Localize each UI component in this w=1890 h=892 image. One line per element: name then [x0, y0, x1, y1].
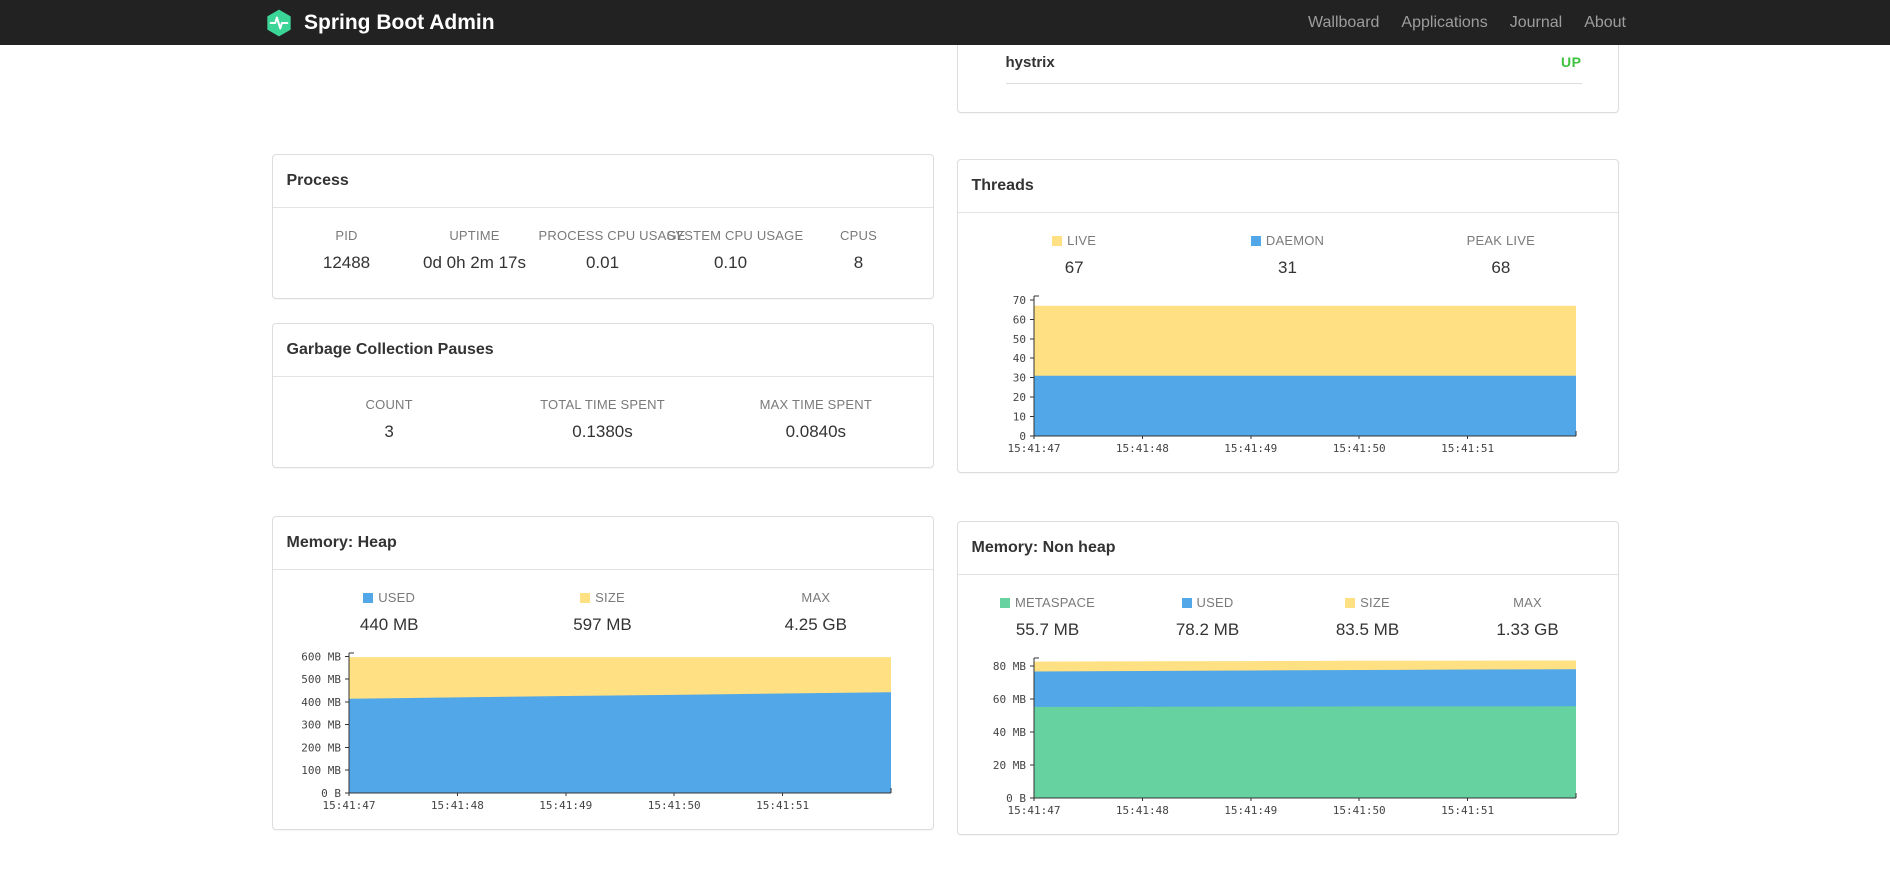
svg-text:15:41:48: 15:41:48	[1115, 804, 1168, 817]
memory-nonheap-chart: 0 B 20 MB 40 MB 60 MB 80 MB 15:41:47 15:41:48 1…	[972, 650, 1604, 822]
heap-size-legend-swatch	[580, 593, 591, 603]
threads-live-legend-swatch	[1052, 236, 1063, 246]
spring-boot-admin-logo-icon	[264, 8, 294, 38]
nonheap-used-legend-swatch	[1181, 598, 1192, 608]
svg-text:40: 40	[1012, 352, 1025, 365]
nav-item-journal[interactable]: Journal	[1499, 14, 1573, 32]
stat-nonheap-size: SIZE 83.5 MB	[1335, 595, 1400, 639]
threads-panel-title: Threads	[957, 160, 1618, 213]
svg-text:500 MB: 500 MB	[301, 673, 341, 686]
nav-item-about[interactable]: About	[1573, 14, 1626, 32]
svg-text:60: 60	[1012, 313, 1025, 326]
heap-used-legend-swatch	[363, 593, 374, 603]
svg-text:80 MB: 80 MB	[992, 660, 1025, 673]
svg-text:20: 20	[1012, 391, 1025, 404]
left-column: Process PID 12488 UPTIME 0d 0h 2m 17s PR…	[271, 45, 934, 854]
process-panel: Process PID 12488 UPTIME 0d 0h 2m 17s PR…	[271, 154, 934, 299]
application-status-panel: hystrix UP	[956, 45, 1619, 113]
right-column: hystrix UP Threads LIVE 67 DAEMON 31 PEA…	[956, 45, 1619, 859]
brand-title: Spring Boot Admin	[304, 10, 495, 34]
svg-text:200 MB: 200 MB	[301, 741, 341, 754]
stat-system-cpu-usage: SYSTEM CPU USAGE 0.10	[666, 228, 804, 272]
navbar-inner: Spring Boot Admin Wallboard Applications…	[264, 0, 1626, 45]
svg-text:20 MB: 20 MB	[992, 759, 1025, 772]
memory-nonheap-legend: METASPACE 55.7 MB USED 78.2 MB SIZE 83.5…	[958, 575, 1618, 640]
svg-text:15:41:50: 15:41:50	[1332, 442, 1385, 455]
threads-legend: LIVE 67 DAEMON 31 PEAK LIVE 68	[958, 213, 1618, 278]
svg-text:60 MB: 60 MB	[992, 693, 1025, 706]
stat-nonheap-max: MAX 1.33 GB	[1496, 595, 1559, 639]
gc-panel: Garbage Collection Pauses COUNT 3 TOTAL …	[271, 323, 934, 468]
svg-text:15:41:47: 15:41:47	[1007, 442, 1060, 455]
stat-heap-used: USED 440 MB	[359, 590, 419, 634]
gc-panel-title: Garbage Collection Pauses	[272, 324, 933, 377]
nav-links: Wallboard Applications Journal About	[1297, 14, 1626, 32]
nav-item-applications[interactable]: Applications	[1390, 14, 1498, 32]
memory-nonheap-panel-title: Memory: Non heap	[957, 522, 1618, 575]
stat-threads-live: LIVE 67	[968, 233, 1181, 278]
svg-text:400 MB: 400 MB	[301, 696, 341, 709]
brand[interactable]: Spring Boot Admin	[264, 8, 495, 38]
memory-heap-panel-title: Memory: Heap	[272, 517, 933, 570]
svg-text:50: 50	[1012, 333, 1025, 346]
memory-heap-chart: 0 B 100 MB 200 MB 300 MB 400 MB 500 MB 600 MB 1…	[287, 645, 919, 817]
memory-nonheap-panel: Memory: Non heap METASPACE 55.7 MB USED …	[956, 521, 1619, 835]
svg-text:300 MB: 300 MB	[301, 719, 341, 732]
application-row[interactable]: hystrix UP	[1006, 45, 1582, 83]
svg-text:15:41:49: 15:41:49	[1224, 804, 1277, 817]
svg-text:15:41:50: 15:41:50	[647, 799, 700, 812]
svg-text:30: 30	[1012, 372, 1025, 385]
svg-text:15:41:51: 15:41:51	[756, 799, 809, 812]
stat-gc-count: COUNT 3	[365, 397, 413, 441]
svg-text:40 MB: 40 MB	[992, 726, 1025, 739]
stat-pid: PID 12488	[322, 228, 371, 272]
svg-text:15:41:47: 15:41:47	[1007, 804, 1060, 817]
application-row-wrap: hystrix UP	[1005, 45, 1582, 84]
navbar: Spring Boot Admin Wallboard Applications…	[0, 0, 1890, 45]
threads-daemon-legend-swatch	[1250, 236, 1261, 246]
process-stats: PID 12488 UPTIME 0d 0h 2m 17s PROCESS CP…	[273, 208, 933, 298]
nonheap-metaspace-legend-swatch	[999, 598, 1010, 608]
gc-stats: COUNT 3 TOTAL TIME SPENT 0.1380s MAX TIM…	[273, 377, 933, 467]
svg-text:15:41:50: 15:41:50	[1332, 804, 1385, 817]
stat-gc-total-time: TOTAL TIME SPENT 0.1380s	[540, 397, 665, 441]
svg-text:100 MB: 100 MB	[301, 764, 341, 777]
svg-text:70: 70	[1012, 294, 1025, 307]
nav-item-wallboard[interactable]: Wallboard	[1297, 14, 1390, 32]
threads-chart: 0 10 20 30 40 50 60 70 15:41:47 15:41:48 15:41:49 1…	[972, 288, 1604, 460]
svg-text:15:41:51: 15:41:51	[1441, 442, 1494, 455]
stat-uptime: UPTIME 0d 0h 2m 17s	[422, 228, 526, 272]
stat-nonheap-metaspace: METASPACE 55.7 MB	[968, 595, 1128, 640]
svg-text:15:41:48: 15:41:48	[430, 799, 483, 812]
svg-text:15:41:49: 15:41:49	[539, 799, 592, 812]
stat-process-cpu-usage: PROCESS CPU USAGE 0.01	[538, 228, 686, 272]
stat-gc-max-time: MAX TIME SPENT 0.0840s	[759, 397, 872, 441]
nonheap-size-legend-swatch	[1345, 598, 1356, 608]
memory-heap-legend: USED 440 MB SIZE 597 MB MAX 4.25 GB	[273, 570, 933, 635]
svg-text:10: 10	[1012, 411, 1025, 424]
stat-threads-daemon: DAEMON 31	[1181, 233, 1394, 278]
stat-heap-max: MAX 4.25 GB	[784, 590, 847, 634]
memory-heap-panel: Memory: Heap USED 440 MB SIZE 597 MB MAX…	[271, 516, 934, 830]
svg-text:15:41:51: 15:41:51	[1441, 804, 1494, 817]
process-panel-title: Process	[272, 155, 933, 208]
application-status-badge: UP	[1561, 54, 1582, 70]
application-name[interactable]: hystrix	[1006, 53, 1055, 72]
svg-text:15:41:48: 15:41:48	[1115, 442, 1168, 455]
stat-cpus: CPUS 8	[840, 228, 877, 272]
stat-threads-peak-live: PEAK LIVE 68	[1466, 233, 1535, 277]
threads-panel: Threads LIVE 67 DAEMON 31 PEAK LIVE 68 0…	[956, 159, 1619, 473]
svg-text:15:41:49: 15:41:49	[1224, 442, 1277, 455]
stat-nonheap-used: USED 78.2 MB	[1175, 595, 1240, 639]
svg-text:15:41:47: 15:41:47	[322, 799, 375, 812]
svg-text:600 MB: 600 MB	[301, 650, 341, 663]
stat-heap-size: SIZE 597 MB	[573, 590, 632, 634]
main-content: Process PID 12488 UPTIME 0d 0h 2m 17s PR…	[271, 45, 1619, 859]
